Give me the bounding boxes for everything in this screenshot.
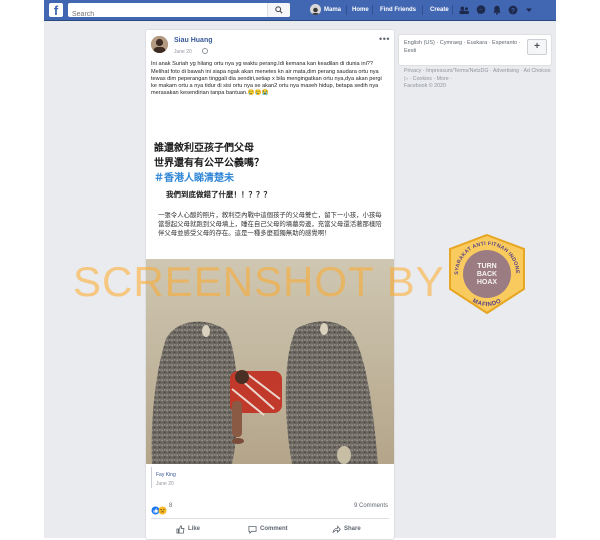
image-body-text: 一張令人心酸的照片，敘利亞內戰中這個孩子的父母雙亡，留下一小孩，小孩每當想起父母… (158, 212, 382, 237)
svg-text:?: ? (511, 7, 515, 14)
copyright: Facebook © 2020 (404, 83, 446, 90)
search-button[interactable] (267, 3, 290, 17)
reaction-count[interactable]: 8 (169, 503, 172, 509)
image-title-line1: 誰還敘利亞孩子們父母 (154, 143, 254, 154)
comment-label: Comment (260, 526, 288, 532)
reaction-icons[interactable] (151, 502, 171, 515)
screenshot-watermark: SCREENSHOT BY (73, 258, 445, 305)
image-hashtag: ＃香港人睇清楚未 (154, 173, 234, 184)
share-icon (332, 525, 341, 534)
poster-avatar[interactable] (151, 36, 168, 53)
share-label: Share (344, 526, 361, 532)
profile-avatar[interactable] (310, 4, 321, 15)
footer: Privacy · Impressum/Terms/NetzDG · Adver… (404, 68, 554, 91)
svg-text:BACK: BACK (477, 271, 497, 278)
thumbs-up-icon (176, 525, 185, 534)
nav-divider (452, 5, 453, 15)
language-box: English (US) · Cymraeg · Euskara · Esper… (398, 34, 552, 66)
page: f Mama Home Find Friends Create (0, 0, 600, 540)
account-menu-icon[interactable] (524, 5, 534, 15)
notifications-icon[interactable] (492, 5, 502, 15)
add-language-button[interactable]: + (527, 39, 547, 55)
like-button[interactable]: Like (176, 524, 216, 534)
friend-requests-icon[interactable] (459, 5, 469, 15)
messenger-icon[interactable] (476, 5, 486, 15)
post-date[interactable]: June 20 (174, 49, 192, 55)
find-friends-link[interactable]: Find Friends (380, 0, 416, 20)
language-links[interactable]: English (US) · Cymraeg · Euskara · Esper… (404, 39, 524, 55)
nav-divider (346, 5, 347, 15)
share-button[interactable]: Share (332, 524, 372, 534)
poster-name[interactable]: Siau Huang (174, 37, 213, 44)
search-input[interactable] (68, 7, 262, 22)
post-text: Ini anak Suriah yg hilang ortu nya yg wa… (151, 61, 389, 98)
profile-name-link[interactable]: Mama (324, 0, 341, 20)
image-question: 我們到底做錯了什麼！！？？？ (166, 190, 271, 199)
post-text-line: Melihat foto di bawah ini siapa ngak aka… (151, 69, 382, 97)
comments-count[interactable]: 9 Comments (354, 503, 388, 509)
search-icon (275, 6, 283, 14)
comment-button[interactable]: Comment (248, 524, 298, 534)
svg-text:TURN: TURN (477, 263, 496, 270)
more-options-icon[interactable]: ••• (379, 34, 390, 44)
privacy-globe-icon (202, 48, 208, 54)
facebook-logo[interactable]: f (49, 3, 63, 17)
mafindo-seal-logo: MASYARAKAT ANTI FITNAH INDONESIA MAFINDO… (446, 233, 525, 315)
help-icon[interactable]: ? (508, 5, 518, 15)
footer-links[interactable]: Privacy · Impressum/Terms/NetzDG · Adver… (404, 68, 554, 83)
search-box[interactable] (68, 3, 290, 22)
actions-divider (151, 518, 389, 519)
shared-author[interactable]: Fay King (156, 472, 176, 478)
shared-date[interactable]: June 20 (156, 481, 174, 487)
post-text-line: Ini anak Suriah yg hilang ortu nya yg wa… (151, 61, 374, 67)
like-label: Like (188, 526, 201, 532)
nav-divider (422, 5, 423, 15)
shared-from-bar (151, 467, 152, 488)
image-title-line2: 世界還有有公平公義嗎？ (154, 158, 264, 169)
top-nav-bar: f Mama Home Find Friends Create (44, 0, 556, 22)
home-link[interactable]: Home (352, 0, 369, 20)
nav-divider (372, 5, 373, 15)
create-link[interactable]: Create (430, 0, 449, 20)
comment-icon (248, 525, 257, 534)
svg-text:HOAX: HOAX (477, 279, 498, 286)
